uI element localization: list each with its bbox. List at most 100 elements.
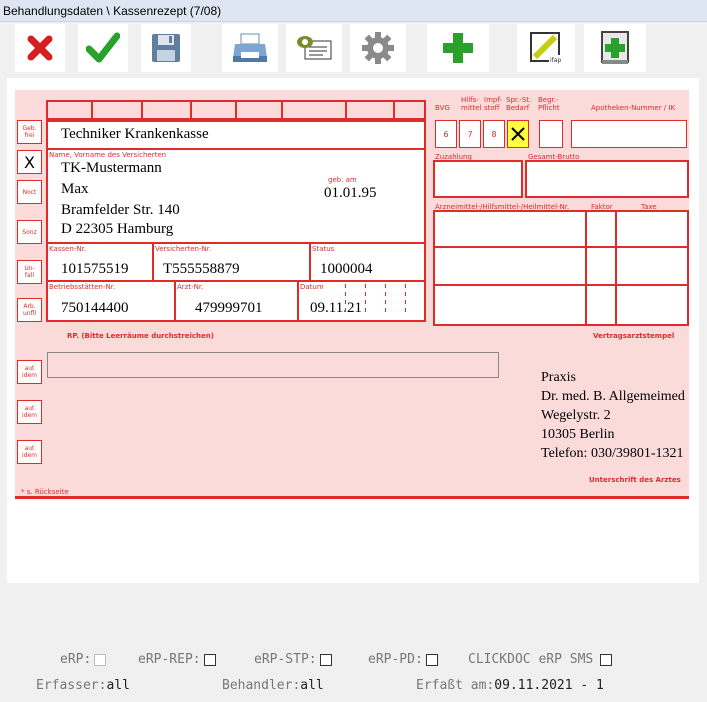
print-icon	[233, 33, 267, 62]
datum-dash	[345, 284, 346, 314]
stamp-line: Praxis	[541, 370, 576, 385]
spr-st-bedarf-label: Spr.-St. Bedarf	[506, 96, 532, 112]
kassen-divider	[152, 242, 154, 282]
top-divider	[235, 100, 237, 120]
unfall-box[interactable]: Un- fall	[17, 260, 42, 284]
top-divider	[190, 100, 192, 120]
impfstoff-cell[interactable]: 8	[483, 120, 505, 148]
geb-am-label: geb. am	[328, 176, 357, 184]
betriebsstaetten-nr-label: Betriebsstätten-Nr.	[49, 283, 116, 291]
erp-pd-label: eRP-PD:	[368, 652, 423, 667]
clickdoc-group: CLICKDOC eRP SMS	[468, 652, 613, 667]
top-divider	[141, 100, 143, 120]
prescription-form: Geb. frei X Noct Sonz Un- fall Arb. unfl…	[15, 90, 689, 498]
arzt-nr-value: 479999701	[195, 300, 263, 316]
erp-stp-group: eRP-STP:	[254, 652, 332, 667]
begr-pflicht-label: Begr.- Pflicht	[538, 96, 560, 112]
erp-checkbox[interactable]	[94, 653, 107, 666]
arznei-row-1[interactable]	[433, 210, 689, 248]
unterschrift-label: Unterschrift des Arztes	[589, 476, 681, 484]
toolbar: ifap	[0, 22, 707, 76]
noct-box[interactable]: Noct	[17, 180, 42, 204]
zuzahlung-field[interactable]	[433, 160, 523, 198]
name-line2: Max	[61, 181, 89, 197]
spr-st-bedarf-cell[interactable]	[507, 120, 529, 148]
status-bar: eRP: eRP-REP: eRP-STP: eRP-PD: CLICKDOC …	[0, 645, 707, 702]
name-line1: TK-Mustermann	[61, 160, 162, 176]
ifap-icon: ifap	[530, 32, 563, 64]
erp-stp-label: eRP-STP:	[254, 652, 317, 667]
erfasser-label: Erfasser:	[36, 678, 107, 693]
faktor-divider	[585, 210, 587, 326]
erfasser-group: Erfasser:all	[36, 678, 130, 693]
arzt-nr-label: Arzt-Nr.	[177, 283, 204, 291]
status-value: 1000004	[320, 261, 373, 277]
prescription-paper: Geb. frei X Noct Sonz Un- fall Arb. unfl…	[7, 78, 699, 583]
add-plus-icon	[443, 33, 473, 63]
clickdoc-label: CLICKDOC eRP SMS	[468, 652, 594, 667]
doctor-stamp: Praxis Dr. med. B. Allgemeimed Wegelystr…	[541, 368, 689, 463]
close-button[interactable]	[15, 24, 65, 72]
rueckseite-label: * s. Rückseite	[21, 488, 69, 496]
medication-book-button[interactable]	[584, 24, 646, 72]
view-card-button[interactable]	[286, 24, 342, 72]
ifap-button[interactable]: ifap	[517, 24, 575, 72]
behandler-value: all	[300, 678, 324, 693]
stamp-line: Wegelystr. 2	[541, 408, 611, 423]
rp-label: RP. (Bitte Leerräume durchstreichen)	[67, 332, 214, 340]
kassen-nr-value: 101575519	[61, 261, 129, 277]
apotheken-label: Apotheken-Nummer / IK	[591, 104, 676, 112]
betrieb-divider	[297, 280, 299, 322]
svg-text:ifap: ifap	[550, 57, 561, 64]
arznei-row-3[interactable]	[433, 284, 689, 326]
address-line2: D 22305 Hamburg	[61, 221, 174, 237]
save-button[interactable]	[141, 24, 191, 72]
versicherten-nr-value: T555558879	[163, 261, 240, 277]
add-button[interactable]	[427, 24, 489, 72]
sonstige-box[interactable]: Sonz	[17, 220, 42, 244]
gebuehr-pflicht-box[interactable]: X	[17, 150, 42, 174]
kassen-nr-label: Kassen-Nr.	[49, 245, 87, 253]
settings-button[interactable]	[350, 24, 406, 72]
stamp-line: Dr. med. B. Allgemeimed	[541, 389, 685, 404]
app-window: Behandlungsdaten \ Kassenrezept (7/08) i…	[0, 0, 707, 702]
behandler-label: Behandler:	[222, 678, 301, 693]
arbeitsunfall-box[interactable]: Arb. unfll	[17, 298, 42, 322]
erp-rep-label: eRP-REP:	[138, 652, 201, 667]
aut-idem-box-2[interactable]: aut idem	[17, 400, 42, 424]
clickdoc-checkbox[interactable]	[600, 653, 613, 666]
taxe-divider	[615, 210, 617, 326]
rx-text-box[interactable]	[47, 352, 499, 378]
view-card-icon	[297, 36, 332, 60]
aut-idem-box-1[interactable]: aut idem	[17, 360, 42, 384]
cross-mark-icon	[511, 127, 525, 141]
aut-idem-box-3[interactable]: aut idem	[17, 440, 42, 464]
erfasst-value: 09.11.2021 - 1	[494, 678, 604, 693]
erp-pd-checkbox[interactable]	[425, 653, 438, 666]
window-title: Behandlungsdaten \ Kassenrezept (7/08)	[0, 0, 707, 22]
top-divider	[345, 100, 347, 120]
kassen-divider	[309, 242, 311, 282]
hilfsmittel-cell[interactable]: 7	[459, 120, 481, 148]
erp-stp-checkbox[interactable]	[319, 653, 332, 666]
arznei-row-2[interactable]	[433, 246, 689, 286]
gesamt-brutto-field[interactable]	[525, 160, 689, 198]
erp-label: eRP:	[60, 652, 92, 667]
apotheken-cell[interactable]	[571, 120, 687, 148]
erp-rep-checkbox[interactable]	[203, 653, 216, 666]
vertragsarztstempel-label: Vertragsarztstempel	[593, 332, 675, 340]
betrieb-divider	[174, 280, 176, 322]
erp-rep-group: eRP-REP:	[138, 652, 216, 667]
datum-dash	[385, 284, 386, 314]
erfasst-label: Erfaßt am:	[416, 678, 495, 693]
top-divider	[91, 100, 93, 120]
print-button[interactable]	[222, 24, 278, 72]
name-label: Name, Vorname des Versicherten	[49, 151, 167, 159]
geb-frei-box[interactable]: Geb. frei	[17, 120, 42, 144]
close-icon	[27, 35, 53, 61]
bvg-cell[interactable]: 6	[435, 120, 457, 148]
top-divider	[393, 100, 395, 120]
confirm-button[interactable]	[78, 24, 128, 72]
stamp-line: 10305 Berlin	[541, 427, 615, 442]
begr-pflicht-cell[interactable]	[539, 120, 563, 148]
